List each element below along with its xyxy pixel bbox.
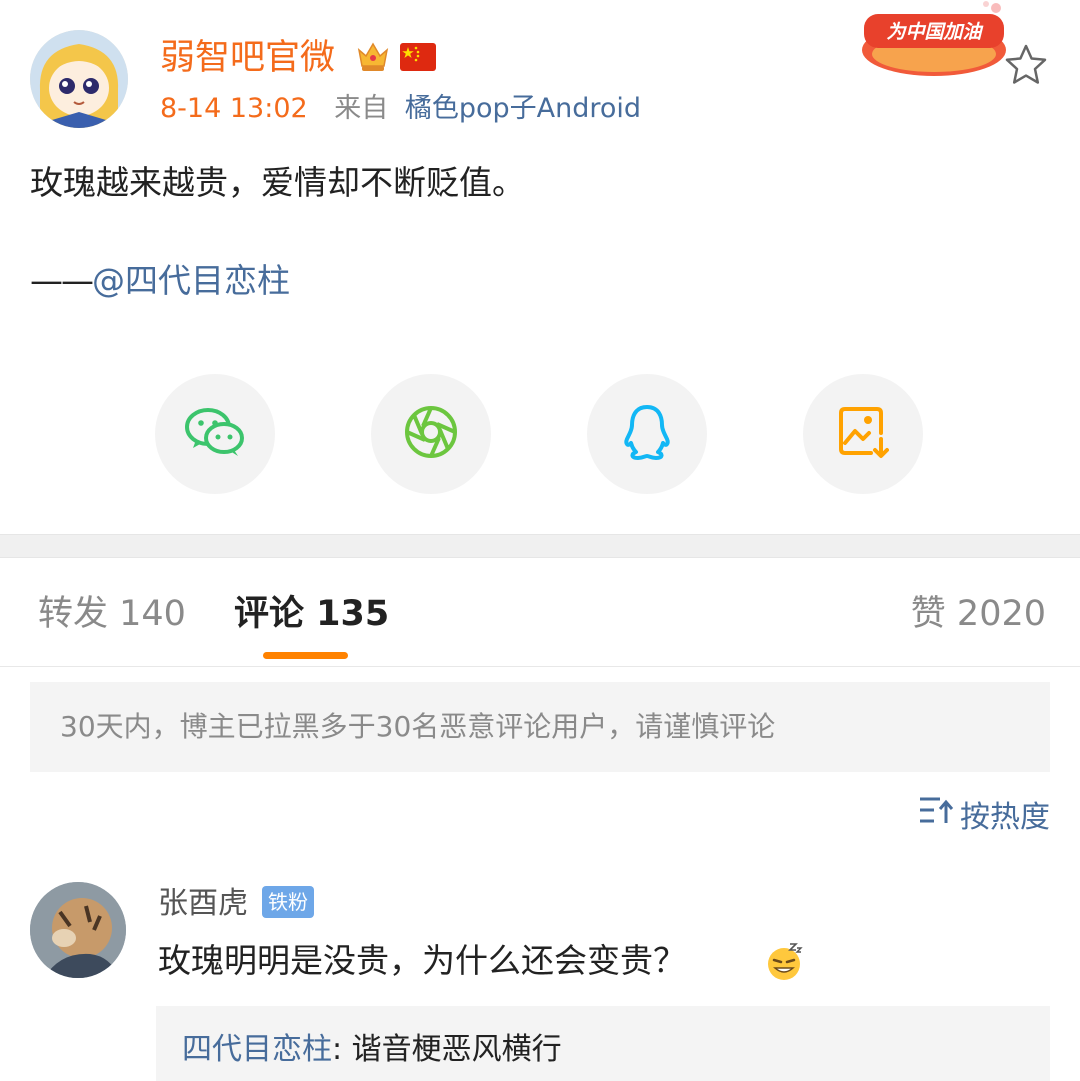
reply-separator: : (332, 1032, 352, 1067)
reply-user[interactable]: 四代目恋柱 (182, 1032, 332, 1067)
section-divider (0, 534, 1080, 558)
cheer-badge-text: 为中国加油 (886, 21, 983, 43)
share-moments-button[interactable] (371, 374, 491, 494)
commenter-avatar[interactable] (30, 882, 126, 978)
source-label: 来自 (334, 93, 389, 124)
qq-icon (622, 403, 672, 465)
save-image-button[interactable] (803, 374, 923, 494)
author-name[interactable]: 弱智吧官微 (160, 36, 335, 80)
post-attribution: ——@四代目恋柱 (30, 258, 290, 304)
source-device[interactable]: 橘色pop子Android (405, 93, 641, 124)
crown-icon (355, 38, 391, 74)
share-qq-button[interactable] (587, 374, 707, 494)
cheer-china-badge: 为中国加油 (856, 0, 1012, 82)
reply-preview[interactable]: 四代目恋柱: 谐音梗恶风横行 (156, 1006, 1050, 1081)
comment-notice: 30天内，博主已拉黑多于30名恶意评论用户，请谨慎评论 (30, 682, 1050, 772)
mention-link[interactable]: @四代目恋柱 (92, 261, 290, 300)
moments-icon (403, 404, 459, 464)
post-time: 8-14 13:02 (160, 93, 308, 124)
save-image-icon (837, 405, 889, 463)
tab-likes[interactable]: 赞 2020 (911, 590, 1046, 638)
share-wechat-button[interactable] (155, 374, 275, 494)
post-meta: 8-14 13:02 来自 橘色pop子Android (160, 92, 641, 126)
fan-badge: 铁粉 (262, 886, 314, 918)
sort-icon (918, 795, 960, 833)
commenter-name[interactable]: 张酉虎 (158, 884, 248, 924)
favorite-star-icon[interactable] (1003, 42, 1049, 86)
author-avatar[interactable] (30, 30, 128, 128)
tab-repost[interactable]: 转发 140 (38, 590, 186, 638)
sort-by-hot-button[interactable]: 按热度 (918, 792, 1050, 836)
sort-label: 按热度 (960, 800, 1050, 835)
tabs-divider (0, 666, 1080, 667)
china-flag-icon (400, 43, 436, 71)
post-header: 弱智吧官微 8-14 13:02 来自 橘色pop子Android 为中国加油 (0, 0, 1080, 140)
attribution-dash: —— (30, 261, 94, 300)
post-text: 玫瑰越来越贵，爱情却不断贬值。 (30, 163, 525, 202)
reply-content: 四代目恋柱: 谐音梗恶风横行 (182, 1030, 562, 1070)
reply-text: 谐音梗恶风横行 (351, 1032, 562, 1067)
active-tab-indicator (263, 652, 348, 659)
grin-emoji-icon (764, 942, 804, 982)
tab-comments[interactable]: 评论 135 (234, 590, 389, 638)
wechat-icon (184, 406, 246, 462)
comment-text: 玫瑰明明是没贵，为什么还会变贵？ (158, 941, 686, 980)
